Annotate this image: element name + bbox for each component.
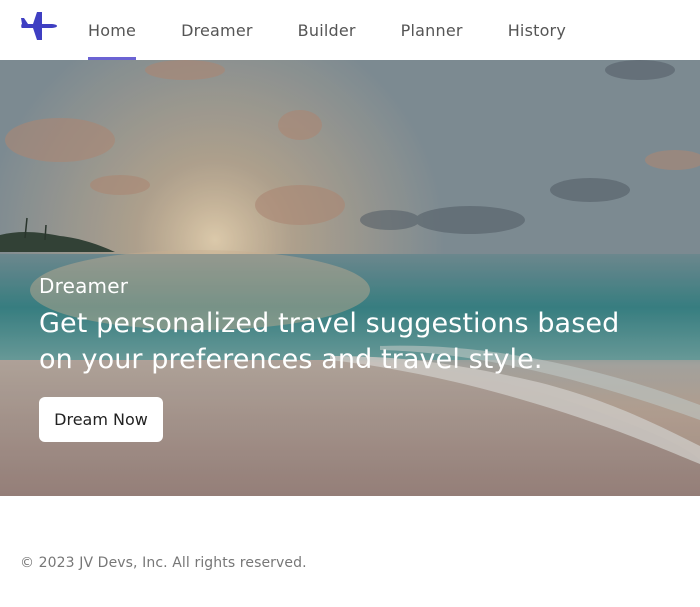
nav-item-home[interactable]: Home [88, 0, 137, 60]
nav-item-dreamer[interactable]: Dreamer [181, 0, 253, 60]
dream-now-button[interactable]: Dream Now [39, 397, 163, 442]
nav-item-history[interactable]: History [508, 0, 566, 60]
copyright-text: © 2023 JV Devs, Inc. All rights reserved… [20, 555, 307, 571]
nav-item-label: Home [88, 20, 137, 40]
top-navbar: Home Dreamer Builder Planner History [0, 0, 700, 60]
nav-item-builder[interactable]: Builder [298, 0, 356, 60]
hero-eyebrow: Dreamer [39, 274, 129, 298]
nav-item-label: Planner [400, 20, 463, 40]
airplane-icon[interactable] [20, 11, 58, 41]
nav-item-label: Dreamer [181, 20, 253, 40]
hero-heading: Get personalized travel suggestions base… [39, 308, 620, 375]
nav-item-label: History [507, 20, 567, 40]
nav-item-label: Builder [297, 20, 356, 40]
nav-item-planner[interactable]: Planner [401, 0, 463, 60]
hero-banner: Dreamer Get personalized travel suggesti… [0, 60, 700, 496]
main-navigation: Home Dreamer Builder Planner History [84, 0, 566, 60]
